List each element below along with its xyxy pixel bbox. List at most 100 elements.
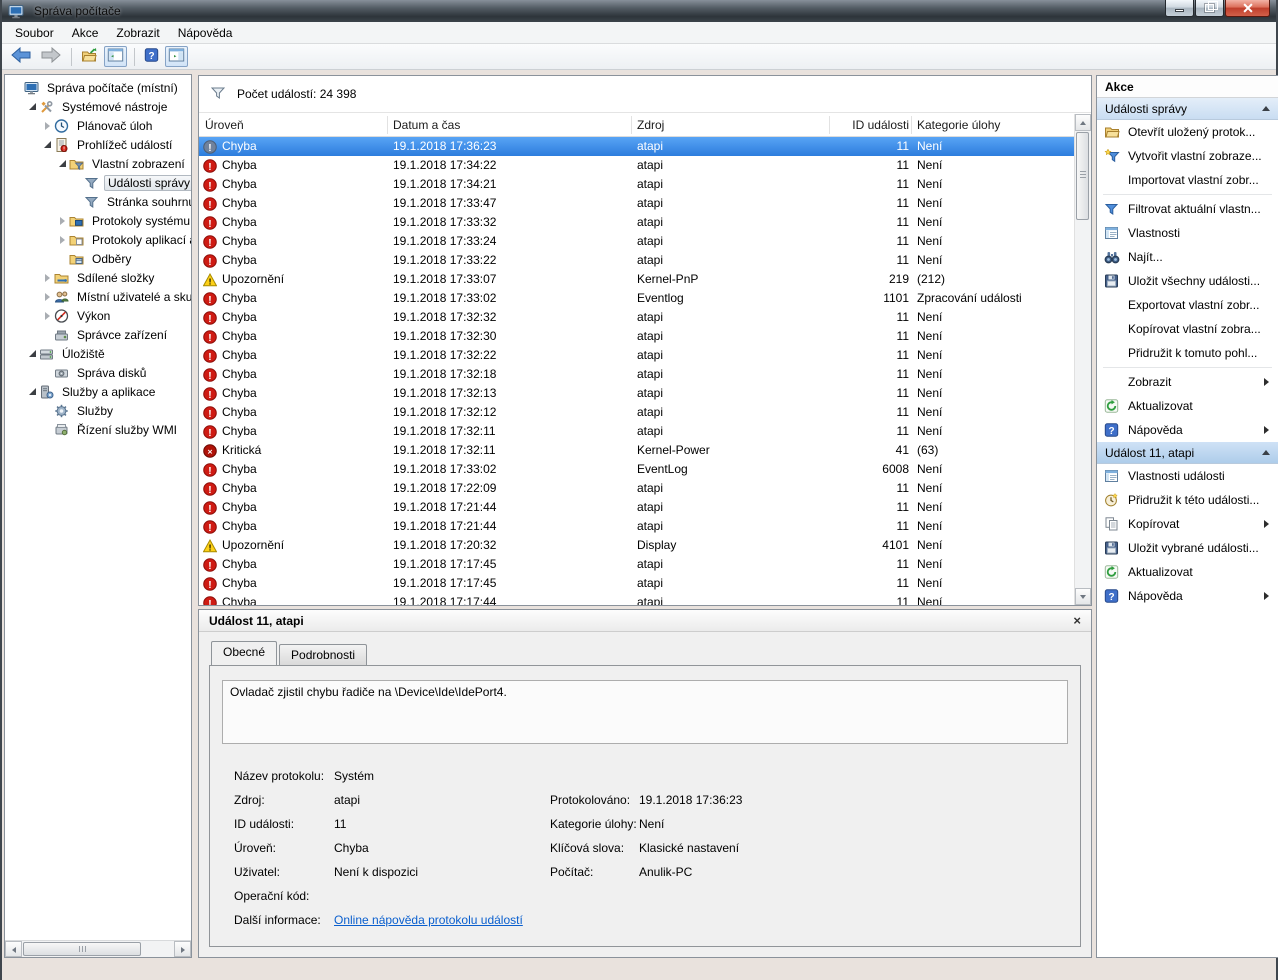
event-row-5[interactable]: !Chyba19.1.2018 17:33:24atapi11Není xyxy=(199,232,1074,251)
expand-expander-icon[interactable] xyxy=(56,236,69,244)
event-row-6[interactable]: !Chyba19.1.2018 17:33:22atapi11Není xyxy=(199,251,1074,270)
action-item-0-4[interactable]: Vlastnosti xyxy=(1097,221,1278,245)
event-row-21[interactable]: !Upozornění19.1.2018 17:20:32Display4101… xyxy=(199,536,1074,555)
event-row-16[interactable]: ×Kritická19.1.2018 17:32:11Kernel-Power4… xyxy=(199,441,1074,460)
column-divider[interactable] xyxy=(387,116,388,134)
collapse-icon[interactable] xyxy=(1262,106,1270,111)
action-item-0-12[interactable]: ?Nápověda xyxy=(1097,418,1278,442)
collapse-expander-icon[interactable] xyxy=(26,388,39,395)
event-row-10[interactable]: !Chyba19.1.2018 17:32:30atapi11Není xyxy=(199,327,1074,346)
action-pane-button[interactable] xyxy=(165,46,188,67)
action-item-0-9[interactable]: Přidružit k tomuto pohl... xyxy=(1097,341,1278,365)
action-item-1-3[interactable]: Uložit vybrané události... xyxy=(1097,536,1278,560)
event-row-20[interactable]: !Chyba19.1.2018 17:21:44atapi11Není xyxy=(199,517,1074,536)
expand-expander-icon[interactable] xyxy=(41,122,54,130)
expand-expander-icon[interactable] xyxy=(56,217,69,225)
tree-item-0[interactable]: Správa počítače (místní) xyxy=(5,78,191,97)
column-divider[interactable] xyxy=(631,116,632,134)
event-row-23[interactable]: !Chyba19.1.2018 17:17:45atapi11Není xyxy=(199,574,1074,593)
action-item-1-2[interactable]: Kopírovat xyxy=(1097,512,1278,536)
event-row-14[interactable]: !Chyba19.1.2018 17:32:12atapi11Není xyxy=(199,403,1074,422)
tree-item-10[interactable]: Sdílené složky xyxy=(5,268,191,287)
scroll-left-button[interactable] xyxy=(5,941,22,957)
event-row-9[interactable]: !Chyba19.1.2018 17:32:32atapi11Není xyxy=(199,308,1074,327)
tab-details[interactable]: Podrobnosti xyxy=(279,644,367,665)
tree-item-17[interactable]: Služby xyxy=(5,401,191,420)
vertical-scrollbar-thumb[interactable] xyxy=(1076,132,1089,220)
collapse-expander-icon[interactable] xyxy=(41,141,54,148)
column-divider[interactable] xyxy=(911,116,912,134)
column-header-4[interactable]: Kategorie úlohy xyxy=(917,114,1071,137)
tree-item-6[interactable]: Stránka souhrnu xyxy=(5,192,191,211)
collapse-expander-icon[interactable] xyxy=(56,160,69,167)
forward-button[interactable] xyxy=(38,46,64,67)
column-header-row[interactable]: Úroveň Datum a čas ZdrojID události Kategor… xyxy=(199,114,1074,137)
scroll-right-button[interactable] xyxy=(174,941,191,957)
events-vertical-scrollbar[interactable] xyxy=(1074,114,1091,605)
action-item-0-7[interactable]: Exportovat vlastní zobr... xyxy=(1097,293,1278,317)
column-header-3[interactable]: ID události xyxy=(831,114,909,137)
action-item-0-5[interactable]: Najít... xyxy=(1097,245,1278,269)
tree-item-12[interactable]: Výkon xyxy=(5,306,191,325)
help-button[interactable]: ? xyxy=(142,47,161,66)
tree-item-5[interactable]: Události správy xyxy=(5,173,191,192)
back-button[interactable] xyxy=(8,46,34,67)
menu-item-1[interactable]: Akce xyxy=(63,23,108,43)
menu-item-3[interactable]: Nápověda xyxy=(169,23,242,43)
action-item-1-4[interactable]: Aktualizovat xyxy=(1097,560,1278,584)
scroll-up-button[interactable] xyxy=(1075,114,1091,131)
tree-item-13[interactable]: Správce zařízení xyxy=(5,325,191,344)
action-item-1-5[interactable]: ?Nápověda xyxy=(1097,584,1278,608)
tree-horizontal-scrollbar[interactable] xyxy=(5,940,191,957)
expand-expander-icon[interactable] xyxy=(41,312,54,320)
action-item-1-0[interactable]: Vlastnosti události xyxy=(1097,464,1278,488)
expand-expander-icon[interactable] xyxy=(41,293,54,301)
event-row-7[interactable]: !Upozornění19.1.2018 17:33:07Kernel-PnP2… xyxy=(199,270,1074,289)
tab-general[interactable]: Obecné xyxy=(211,641,277,665)
event-row-0[interactable]: !Chyba19.1.2018 17:36:23atapi11Není xyxy=(199,137,1074,156)
action-item-0-8[interactable]: Kopírovat vlastní zobra... xyxy=(1097,317,1278,341)
action-item-0-2[interactable]: Importovat vlastní zobr... xyxy=(1097,168,1278,192)
column-header-1[interactable]: Datum a čas xyxy=(393,114,629,137)
tree-item-8[interactable]: Protokoly aplikací a služeb xyxy=(5,230,191,249)
event-row-4[interactable]: !Chyba19.1.2018 17:33:32atapi11Není xyxy=(199,213,1074,232)
event-row-17[interactable]: !Chyba19.1.2018 17:33:02EventLog6008Není xyxy=(199,460,1074,479)
action-item-0-6[interactable]: Uložit všechny události... xyxy=(1097,269,1278,293)
scroll-down-button[interactable] xyxy=(1075,588,1091,605)
close-button[interactable] xyxy=(1225,0,1270,17)
event-row-19[interactable]: !Chyba19.1.2018 17:21:44atapi11Není xyxy=(199,498,1074,517)
event-row-1[interactable]: !Chyba19.1.2018 17:34:22atapi11Není xyxy=(199,156,1074,175)
column-header-0[interactable]: Úroveň xyxy=(205,114,385,137)
menu-item-2[interactable]: Zobrazit xyxy=(107,23,168,43)
event-row-22[interactable]: !Chyba19.1.2018 17:17:45atapi11Není xyxy=(199,555,1074,574)
collapse-expander-icon[interactable] xyxy=(26,103,39,110)
tree-item-11[interactable]: Místní uživatelé a skupiny xyxy=(5,287,191,306)
action-item-0-3[interactable]: Filtrovat aktuální vlastn... xyxy=(1097,197,1278,221)
collapse-expander-icon[interactable] xyxy=(26,350,39,357)
tree-item-18[interactable]: Řízení služby WMI xyxy=(5,420,191,439)
column-header-2[interactable]: Zdroj xyxy=(637,114,827,137)
tree-item-3[interactable]: !Prohlížeč událostí xyxy=(5,135,191,154)
tree-item-2[interactable]: Plánovač úloh xyxy=(5,116,191,135)
action-item-0-0[interactable]: Otevřít uložený protok... xyxy=(1097,120,1278,144)
action-section-header-1[interactable]: Událost 11, atapi xyxy=(1097,442,1278,464)
titlebar[interactable]: Správa počítače xyxy=(2,0,1276,22)
action-item-1-1[interactable]: Přidružit k této události... xyxy=(1097,488,1278,512)
details-close-button[interactable]: × xyxy=(1073,614,1081,627)
console-tree-button[interactable] xyxy=(104,46,127,67)
event-row-24[interactable]: !Chyba19.1.2018 17:17:44atapi11Není xyxy=(199,593,1074,605)
minimize-button[interactable] xyxy=(1165,0,1194,17)
tree-item-16[interactable]: Služby a aplikace xyxy=(5,382,191,401)
tree-item-14[interactable]: Úložiště xyxy=(5,344,191,363)
event-row-15[interactable]: !Chyba19.1.2018 17:32:11atapi11Není xyxy=(199,422,1074,441)
event-row-11[interactable]: !Chyba19.1.2018 17:32:22atapi11Není xyxy=(199,346,1074,365)
event-row-8[interactable]: !Chyba19.1.2018 17:33:02Eventlog1101Zpra… xyxy=(199,289,1074,308)
column-divider[interactable] xyxy=(829,116,830,134)
event-row-3[interactable]: !Chyba19.1.2018 17:33:47atapi11Není xyxy=(199,194,1074,213)
tree-item-15[interactable]: Správa disků xyxy=(5,363,191,382)
event-row-12[interactable]: !Chyba19.1.2018 17:32:18atapi11Není xyxy=(199,365,1074,384)
tree-item-4[interactable]: Vlastní zobrazení xyxy=(5,154,191,173)
tree-item-9[interactable]: Odběry xyxy=(5,249,191,268)
expand-expander-icon[interactable] xyxy=(41,274,54,282)
event-row-13[interactable]: !Chyba19.1.2018 17:32:13atapi11Není xyxy=(199,384,1074,403)
